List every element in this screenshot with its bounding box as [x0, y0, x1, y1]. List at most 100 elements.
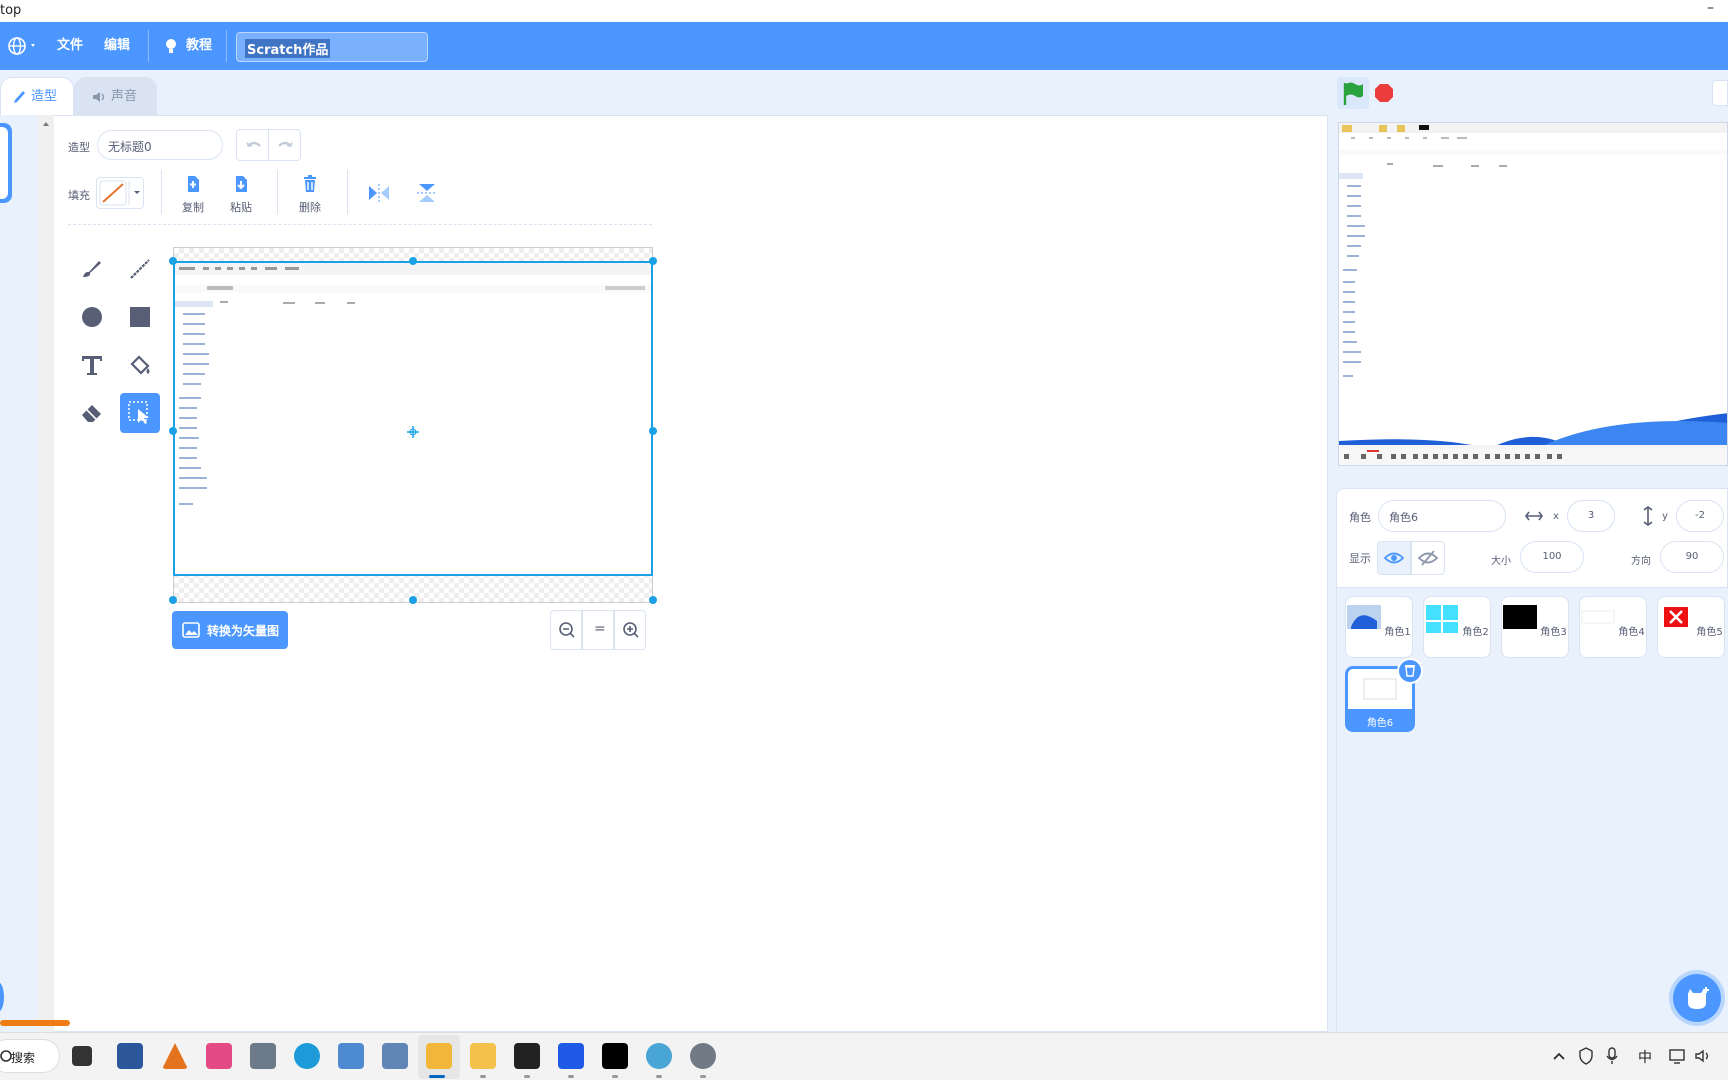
volume-icon[interactable]: [1694, 1047, 1712, 1065]
delete-label: 删除: [299, 201, 321, 214]
delete-button[interactable]: 删除: [295, 174, 325, 215]
stop-button[interactable]: [1374, 83, 1394, 103]
zoom-out-button[interactable]: [550, 610, 582, 650]
recorder-icon[interactable]: [514, 1043, 540, 1069]
chevron-up-icon[interactable]: [1552, 1050, 1566, 1062]
matlab-icon[interactable]: [162, 1043, 188, 1069]
hide-sprite-button[interactable]: [1411, 541, 1445, 575]
convert-to-vector-button[interactable]: 转换为矢量图: [172, 611, 288, 649]
x-input[interactable]: 3: [1567, 500, 1615, 532]
python-icon[interactable]: [338, 1043, 364, 1069]
text-tool[interactable]: [72, 345, 112, 385]
language-menu[interactable]: [6, 22, 40, 70]
sprite-thumb[interactable]: 角色5: [1657, 596, 1725, 658]
stage[interactable]: [1338, 122, 1728, 466]
security-shield-icon[interactable]: [1578, 1047, 1594, 1065]
network-icon[interactable]: [1668, 1047, 1686, 1065]
rectangle-tool[interactable]: [120, 297, 160, 337]
y-input[interactable]: -2: [1676, 500, 1724, 532]
sprite-thumb[interactable]: 角色3: [1501, 596, 1569, 658]
taskbar-search[interactable]: 搜索: [0, 1039, 60, 1073]
zoom-in-button[interactable]: [614, 610, 646, 650]
stage-preview: [1339, 123, 1727, 465]
copy-icon: [188, 176, 199, 192]
running-indicator: [656, 1075, 662, 1078]
size-input[interactable]: 100: [1520, 541, 1584, 573]
globe-icon: [8, 37, 35, 55]
zoom-reset-button[interactable]: =: [582, 610, 614, 650]
show-sprite-button[interactable]: [1377, 541, 1411, 575]
globe-app-icon[interactable]: [646, 1043, 672, 1069]
zoom-out-icon: [559, 622, 575, 638]
tutorials-menu[interactable]: 教程: [162, 22, 212, 70]
scratch-icon[interactable]: [426, 1043, 452, 1069]
scrollbar[interactable]: [38, 115, 54, 1032]
menu-divider: [148, 30, 149, 62]
eraser-icon: [82, 405, 101, 422]
word-icon[interactable]: [117, 1043, 143, 1069]
sprite-thumb[interactable]: 角色1: [1345, 596, 1413, 658]
tab-sounds-label: 声音: [111, 89, 138, 104]
add-sprite-button[interactable]: [1673, 974, 1721, 1022]
toolbar-divider: [161, 170, 162, 214]
copy-button[interactable]: 复制: [178, 174, 208, 215]
calculator-icon[interactable]: [250, 1043, 276, 1069]
edge-icon[interactable]: [294, 1043, 320, 1069]
tab-sounds[interactable]: 声音: [74, 77, 157, 115]
resize-handle-top-right[interactable]: [649, 257, 657, 265]
lightbulb-icon: [166, 39, 176, 53]
flip-vertical-icon[interactable]: [414, 181, 440, 205]
fill-tool[interactable]: [120, 345, 160, 385]
minimize-button[interactable]: –: [1707, 0, 1714, 16]
circle-tool[interactable]: [72, 297, 112, 337]
undo-button[interactable]: [236, 129, 269, 161]
fill-label: 填充: [68, 189, 90, 202]
horizontal-scroll-thumb[interactable]: [0, 1020, 70, 1026]
zoom-reset-label: =: [594, 621, 606, 637]
resize-handle-top[interactable]: [409, 257, 417, 265]
line-tool[interactable]: [120, 249, 160, 289]
x-label: x: [1553, 511, 1559, 522]
sprite-name: 角色3: [1540, 627, 1567, 638]
microphone-icon[interactable]: [1606, 1047, 1618, 1065]
window-title-bar: top –: [0, 0, 1728, 22]
task-view-icon[interactable]: [72, 1046, 92, 1066]
costume-name-input[interactable]: 无标题0: [97, 130, 223, 160]
resize-handle-bottom-left[interactable]: [169, 596, 177, 604]
resize-handle-top-left[interactable]: [169, 257, 177, 265]
eraser-tool[interactable]: [72, 393, 112, 433]
trash-icon: [1405, 665, 1415, 677]
file-menu[interactable]: 文件: [57, 22, 83, 70]
resize-handle-bottom-right[interactable]: [649, 596, 657, 604]
edit-menu[interactable]: 编辑: [104, 22, 130, 70]
folder-icon[interactable]: [470, 1043, 496, 1069]
sprite-thumb[interactable]: 角色4: [1579, 596, 1647, 658]
resize-handle-bottom[interactable]: [409, 596, 417, 604]
delete-sprite-button[interactable]: [1397, 658, 1423, 684]
redo-button[interactable]: [268, 129, 301, 161]
green-flag-button[interactable]: [1337, 77, 1369, 109]
capcut-icon[interactable]: [602, 1043, 628, 1069]
paste-button[interactable]: 粘贴: [226, 174, 256, 215]
sprite-thumb[interactable]: 角色2: [1423, 596, 1491, 658]
brush-tool[interactable]: [72, 249, 112, 289]
fill-color-picker[interactable]: [96, 177, 144, 209]
flip-horizontal-icon[interactable]: [366, 181, 392, 205]
shield-icon[interactable]: [558, 1043, 584, 1069]
resize-handle-left[interactable]: [169, 427, 177, 435]
sprite-name-input[interactable]: 角色6: [1378, 500, 1506, 532]
app-icon[interactable]: [206, 1043, 232, 1069]
tab-costumes[interactable]: 造型: [0, 77, 74, 115]
stage-layout-button[interactable]: [1712, 80, 1728, 106]
settings-gear-icon[interactable]: [690, 1043, 716, 1069]
select-tool[interactable]: [120, 393, 160, 433]
project-title-input[interactable]: Scratch作品: [236, 32, 428, 62]
toolbar-divider: [277, 170, 278, 214]
bitmap-selection[interactable]: [173, 261, 653, 576]
ime-indicator[interactable]: 中: [1638, 1047, 1652, 1067]
toolbar-divider: [347, 170, 348, 214]
photos-icon[interactable]: [382, 1043, 408, 1069]
resize-handle-right[interactable]: [649, 427, 657, 435]
costume-name-text: 无标题0: [108, 140, 152, 154]
direction-input[interactable]: 90: [1660, 541, 1724, 573]
